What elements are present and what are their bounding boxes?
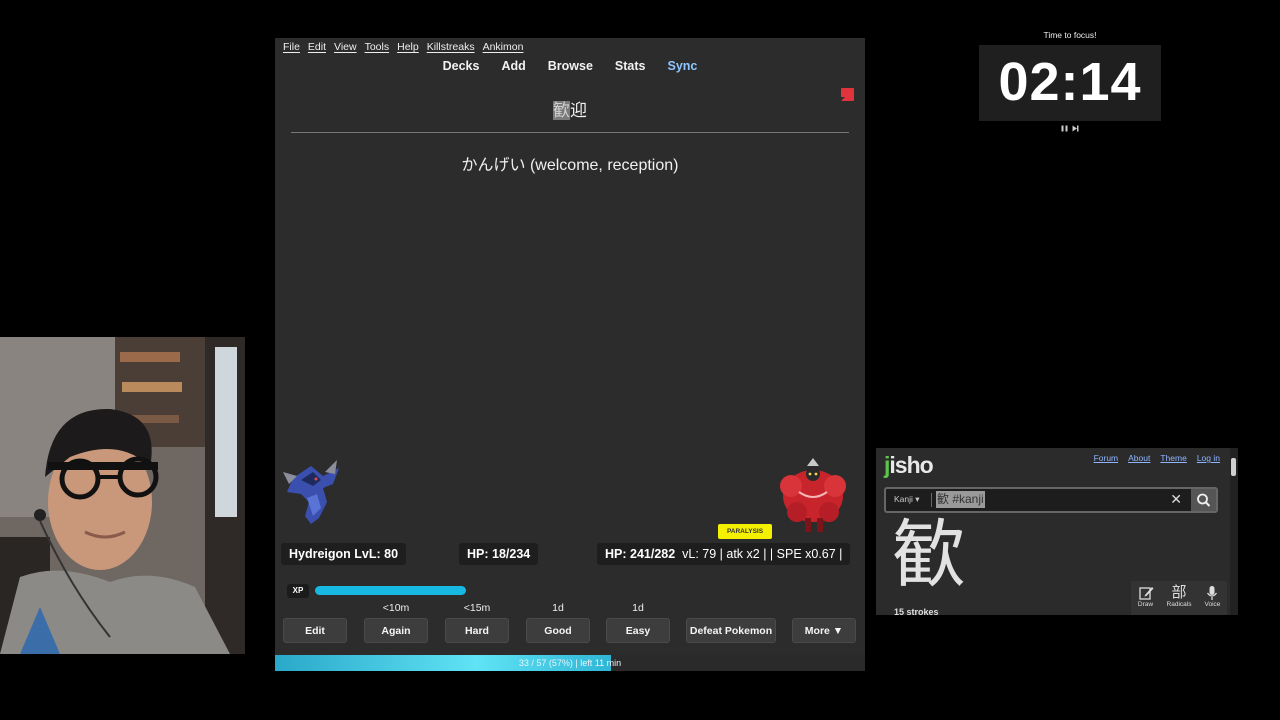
jisho-scrollbar[interactable]: [1230, 448, 1238, 615]
easy-button[interactable]: Easy: [606, 618, 670, 643]
menu-edit[interactable]: Edit: [308, 41, 326, 53]
more-button[interactable]: More ▼: [792, 618, 856, 643]
hard-button[interactable]: Hard: [445, 618, 509, 643]
jisho-panel: jisho Forum About Theme Log in Kanji ▾ 歓…: [876, 448, 1238, 615]
webcam-feed: [0, 337, 245, 654]
card-back: かんげい (welcome, reception): [461, 157, 679, 174]
interval-easy: 1d: [632, 602, 644, 614]
pencil-icon: [1138, 587, 1153, 600]
menu-killstreaks[interactable]: Killstreaks: [427, 41, 475, 53]
interval-hard: <15m: [463, 602, 491, 614]
card-divider: [291, 132, 849, 133]
voice-tool[interactable]: Voice: [1204, 581, 1220, 615]
anki-window: File Edit View Tools Help Killstreaks An…: [275, 38, 865, 671]
link-about[interactable]: About: [1128, 453, 1150, 463]
skip-icon[interactable]: [1072, 125, 1079, 132]
card-front-rest: 迎: [570, 101, 587, 120]
review-progress-bar: 33 / 57 (57%) | left 11 min: [275, 655, 865, 671]
toolbar-decks[interactable]: Decks: [443, 59, 480, 73]
player-hp: HP: 18/234: [459, 543, 539, 565]
radicals-label: Radicals: [1166, 601, 1192, 608]
enemy-info: HP: 241/282 vL: 79 | atk x2 | | SPE x0.6…: [597, 543, 851, 565]
review-progress-text: 33 / 57 (57%) | left 11 min: [518, 658, 622, 668]
player-pokemon-sprite: [283, 460, 339, 524]
menu-tools[interactable]: Tools: [365, 41, 390, 53]
microphone-icon: [1207, 586, 1218, 600]
webcam-image: [0, 337, 245, 654]
stroke-count: 15 strokes: [894, 607, 939, 615]
menu-ankimon[interactable]: Ankimon: [483, 41, 524, 53]
pause-icon[interactable]: [1061, 125, 1068, 132]
menu-view[interactable]: View: [334, 41, 357, 53]
focus-timer: 02:14: [979, 45, 1161, 121]
battle-status-bar: Hydreigon LvL: 80 HP: 18/234 HP: 241/282…: [275, 543, 865, 565]
link-theme[interactable]: Theme: [1160, 453, 1186, 463]
search-icon: [1197, 493, 1211, 507]
menu-file[interactable]: File: [283, 41, 300, 53]
interval-good: 1d: [552, 602, 564, 614]
timer-controls: [1058, 125, 1082, 132]
radicals-icon: 部: [1171, 584, 1187, 601]
toolbar-stats[interactable]: Stats: [615, 59, 646, 73]
jisho-nav: Forum About Theme Log in: [1094, 453, 1220, 463]
card-front-highlight: 歓: [553, 101, 570, 120]
search-type-select[interactable]: Kanji ▾: [894, 494, 920, 505]
card-front: 歓迎: [275, 96, 865, 121]
enemy-pokemon-sprite: [780, 458, 846, 532]
jisho-logo[interactable]: jisho: [884, 452, 934, 479]
search-separator: [931, 493, 932, 507]
draw-label: Draw: [1137, 601, 1154, 608]
input-tools: Draw 部 Radicals Voice: [1131, 581, 1227, 615]
edit-button[interactable]: Edit: [283, 618, 347, 643]
timer-time: 02:14: [998, 52, 1142, 112]
toolbar-browse[interactable]: Browse: [548, 59, 593, 73]
interval-again: <10m: [382, 602, 410, 614]
status-badge-paralysis: PARALYSIS: [718, 524, 772, 539]
jisho-search-box: Kanji ▾ 歓 #kanji ✕: [884, 487, 1218, 513]
main-toolbar: Decks Add Browse Stats Sync: [275, 59, 865, 73]
kanji-character: 歓: [892, 512, 966, 598]
xp-bar-fill: [315, 586, 466, 595]
player-name-level: Hydreigon LvL: 80: [281, 543, 407, 565]
toolbar-add[interactable]: Add: [501, 59, 525, 73]
voice-label: Voice: [1204, 601, 1221, 608]
timer-title: Time to focus!: [1043, 30, 1097, 40]
link-login[interactable]: Log in: [1197, 453, 1220, 463]
defeat-pokemon-button[interactable]: Defeat Pokemon: [686, 618, 776, 643]
menu-help[interactable]: Help: [397, 41, 419, 53]
menu-bar: File Edit View Tools Help Killstreaks An…: [283, 41, 523, 53]
jisho-logo-rest: isho: [889, 452, 933, 478]
enemy-stats: vL: 79 | atk x2 | | SPE x0.67 |: [682, 547, 843, 561]
enemy-hp: HP: 241/282: [605, 547, 676, 561]
radicals-tool[interactable]: 部 Radicals: [1167, 581, 1192, 615]
link-forum[interactable]: Forum: [1094, 453, 1119, 463]
xp-label: XP: [287, 584, 309, 598]
search-input[interactable]: 歓 #kanji: [936, 491, 985, 508]
again-button[interactable]: Again: [364, 618, 428, 643]
search-button[interactable]: [1191, 489, 1216, 511]
clear-icon[interactable]: ✕: [1170, 491, 1182, 508]
draw-tool[interactable]: Draw: [1138, 581, 1154, 615]
xp-bar: [315, 586, 605, 595]
toolbar-sync[interactable]: Sync: [668, 59, 698, 73]
good-button[interactable]: Good: [526, 618, 590, 643]
scrollbar-thumb[interactable]: [1231, 458, 1236, 476]
